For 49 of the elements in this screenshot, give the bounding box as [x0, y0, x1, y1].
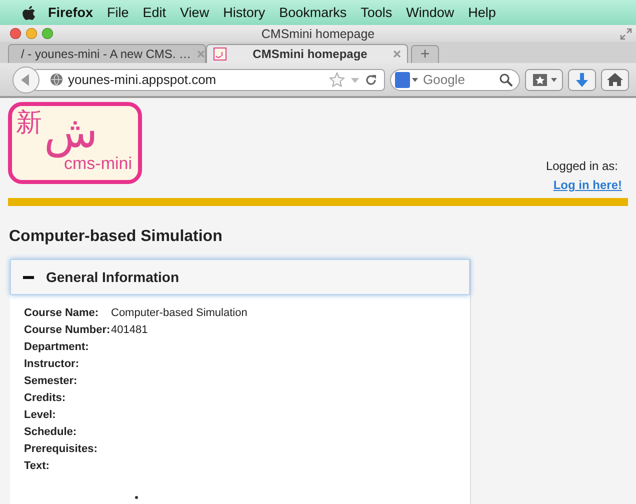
collapse-icon[interactable]: [23, 276, 34, 278]
field-label: Semester:: [24, 374, 78, 386]
close-button[interactable]: [10, 28, 21, 39]
download-button[interactable]: [568, 68, 596, 90]
browser-tab[interactable]: CMSmini homepage: [206, 44, 408, 63]
menu-item[interactable]: View: [180, 5, 210, 20]
apple-icon[interactable]: [22, 4, 36, 20]
window-title: CMSmini homepage: [261, 26, 375, 40]
bookmarks-button[interactable]: [525, 68, 563, 90]
login-link[interactable]: Log in here!: [553, 178, 622, 192]
address-bar[interactable]: younes-mini.appspot.com: [33, 68, 385, 90]
menu-item[interactable]: File: [107, 5, 129, 20]
menu-item[interactable]: Bookmarks: [279, 5, 347, 20]
back-button[interactable]: [12, 66, 40, 94]
field-value: Computer-based Simulation: [111, 306, 248, 318]
home-button[interactable]: [601, 68, 629, 90]
star-icon[interactable]: [329, 72, 345, 87]
menu-item[interactable]: Edit: [142, 5, 166, 20]
menu-item[interactable]: Window: [406, 5, 454, 20]
logo-letter: ش: [44, 108, 98, 158]
field-label: Course Name:: [24, 306, 100, 318]
menu-item[interactable]: Firefox: [48, 5, 94, 20]
field-label: Department:: [24, 340, 90, 352]
menu-item[interactable]: History: [223, 5, 266, 20]
field-label: Prerequisites:: [24, 442, 98, 454]
menu-item[interactable]: Help: [468, 5, 496, 20]
field-label: Course Number:: [24, 324, 111, 336]
close-tab-icon[interactable]: [393, 50, 401, 58]
field-label: Schedule:: [24, 426, 78, 438]
zoom-button[interactable]: [42, 28, 53, 39]
menu-item[interactable]: Tools: [360, 5, 392, 20]
reload-icon[interactable]: [365, 74, 377, 86]
globe-icon: [50, 73, 63, 86]
search-field[interactable]: Google: [390, 68, 520, 90]
fullscreen-icon[interactable]: [620, 28, 632, 40]
page-heading: Computer-based Simulation: [9, 228, 224, 246]
browser-tab[interactable]: / - younes-mini - A new CMS. …: [8, 44, 206, 63]
panel-title: General Information: [46, 269, 180, 285]
panel-header[interactable]: General Information: [10, 259, 470, 295]
search-icon[interactable]: [499, 72, 513, 86]
login-status: Logged in as:: [546, 159, 618, 173]
field-label: Level:: [24, 408, 57, 420]
field-label: Instructor:: [24, 358, 80, 370]
field-label: Credits:: [24, 392, 67, 404]
logo-glyph: 新: [16, 108, 42, 138]
field-label: Text:: [24, 460, 50, 472]
bullet-icon: [135, 496, 138, 499]
minimize-button[interactable]: [26, 28, 37, 39]
field-value: 401481: [111, 324, 148, 336]
